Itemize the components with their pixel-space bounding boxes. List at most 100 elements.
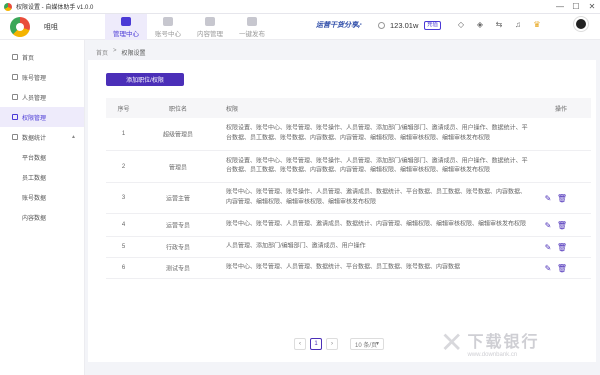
watermark-title: 下载银行 [467,333,540,351]
avatar[interactable] [574,17,588,31]
promo-link[interactable]: 运营干货分享 [316,20,358,30]
sidebar-item-label: 人员管理 [22,95,47,102]
sidebar-item-people-management[interactable]: 人员管理 [0,87,84,107]
sidebar-subitem-staff-data[interactable]: 员工数据 [0,167,84,187]
row-no: 2 [121,163,126,170]
bell-icon[interactable]: ♫ [512,18,524,30]
upload-icon [247,16,257,26]
trash-icon[interactable]: 🗑 [557,221,567,230]
row-permissions: 人员管理、添加部门/编辑部门、邀请成员、用户操作 [226,243,366,250]
swap-icon[interactable]: ⇆ [493,18,505,30]
table-row: 2 管理员 权限设置、账号中心、账号管理、账号操作、人员管理、添加部门/编辑部门… [106,151,591,183]
watermark-logo-icon: ✕ [440,327,464,358]
row-no: 4 [121,222,126,228]
trash-icon[interactable]: 🗑 [557,194,567,203]
person-icon [12,94,18,100]
diamond-icon[interactable]: ◇ [455,18,467,30]
app-icon [4,2,12,11]
chevron-up-icon: ▲ [71,134,76,140]
window-title: 权限设置 - 自媒体助手 v1.0.0 [16,5,94,11]
share-icon[interactable]: ◈ [474,18,486,30]
maximize-button[interactable]: ☐ [568,0,584,14]
watermark-text: 下载银行 www.downbank.cn [467,328,539,358]
balance-value: 123.01w [390,21,419,30]
sidebar-item-home[interactable]: 首页 [0,47,84,67]
title-bar: 权限设置 - 自媒体助手 v1.0.0 — ☐ ✕ [0,0,600,14]
watermark: ✕ 下载银行 www.downbank.cn [440,326,539,359]
nav-label: 账号中心 [155,30,181,38]
crown-icon[interactable]: ♛ [531,18,543,30]
account-icon [12,74,18,80]
pagination: ‹ 1 › 10 条/页 ▼ [294,338,384,350]
nav-one-click-publish[interactable]: 一键发布 [231,14,273,40]
chart-icon [12,134,18,140]
monitor-icon [121,16,131,26]
edit-icon[interactable]: ✎ [544,221,552,230]
top-nav: 管理中心 账号中心 内容管理 一键发布 [105,14,273,40]
nav-label: 管理中心 [113,30,139,38]
add-position-button[interactable]: 添加职位/权限 [106,73,184,86]
sidebar-item-permission-management[interactable]: 权限管理 [0,107,84,127]
row-no: 6 [121,265,126,271]
sidebar-subitem-account-data[interactable]: 账号数据 [0,187,84,207]
breadcrumb-current: 权限设置 [121,51,146,57]
sidebar-subitem-platform-data[interactable]: 平台数据 [0,147,84,167]
chevron-down-icon: ▼ [375,341,380,347]
prev-page-button[interactable]: ‹ [294,338,306,350]
row-name: 超级管理员 [162,132,193,139]
row-actions: ✎ 🗑 [544,243,567,252]
sidebar-item-data-statistics[interactable]: 数据统计 ▲ [0,127,84,147]
next-page-button[interactable]: › [326,338,338,350]
sidebar-subitem-content-data[interactable]: 内容数据 [0,207,84,227]
breadcrumb-home[interactable]: 首页 [96,48,108,57]
close-button[interactable]: ✕ [584,0,600,14]
nav-account-center[interactable]: 账号中心 [147,14,189,40]
table-row: 3 运营主管 账号中心、账号管理、账号操作、人员管理、邀请成员、数据统计、平台数… [106,183,591,214]
app-header: 咀咀 管理中心 账号中心 内容管理 一键发布 运营干货分享 ➶ 123.01w … [0,14,600,40]
recharge-button[interactable]: 充值 [424,21,442,30]
trash-icon[interactable]: 🗑 [557,243,567,252]
row-no: 3 [121,195,126,201]
nav-label: 内容管理 [197,30,223,38]
brand-logo-icon [10,16,30,37]
table-row: 1 超级管理员 权限设置、账号中心、账号管理、账号操作、人员管理、添加部门/编辑… [106,118,591,151]
edit-icon[interactable]: ✎ [544,243,552,252]
breadcrumb-separator: > [113,48,117,54]
breadcrumb: 首页 > 权限设置 [96,48,146,57]
row-name: 运营专员 [165,223,190,230]
row-name: 行政专员 [165,245,190,252]
lock-icon [12,114,18,120]
column-header-perm: 权限 [226,106,239,113]
document-icon [205,16,215,26]
row-permissions: 权限设置、账号中心、账号管理、账号操作、人员管理、添加部门/编辑部门、邀请成员、… [226,125,528,142]
column-header-name: 职位名 [168,106,187,113]
nav-label: 一键发布 [239,30,265,38]
table-row: 6 测试专员 账号中心、账号管理、人员管理、数据统计、平台数据、员工数据、账号数… [106,258,591,279]
coin-icon [378,22,385,29]
edit-icon[interactable]: ✎ [544,194,552,203]
page-size-select[interactable]: 10 条/页 ▼ [350,338,384,350]
minimize-button[interactable]: — [552,0,568,14]
row-actions: ✎ 🗑 [544,264,567,273]
permission-card: 添加职位/权限 序号 职位名 权限 操作 1 超级管理员 权限设置、账号中心、账… [88,60,596,362]
trash-icon[interactable]: 🗑 [557,264,567,273]
row-permissions: 权限设置、账号中心、账号管理、账号操作、人员管理、添加部门/编辑部门、邀请成员、… [226,158,528,174]
sidebar: 首页 账号管理 人员管理 权限管理 数据统计 ▲ 平台数据 员工数据 账号数据 … [0,40,85,375]
table-row: 4 运营专员 账号中心、账号管理、人员管理、邀请成员、数据统计、内容管理、编辑权… [106,214,591,237]
edit-icon[interactable]: ✎ [544,264,552,273]
row-name: 测试专员 [165,266,190,273]
page-button[interactable]: 1 [310,338,322,350]
row-name: 运营主管 [165,196,190,203]
row-no: 1 [121,131,126,137]
table-row: 5 行政专员 人员管理、添加部门/编辑部门、邀请成员、用户操作 ✎ 🗑 [106,237,591,258]
rocket-icon: ➶ [356,21,363,30]
nav-content-management[interactable]: 内容管理 [189,14,231,40]
row-permissions: 账号中心、账号管理、人员管理、邀请成员、数据统计、内容管理、编辑权限、编辑审核权… [226,221,527,228]
sidebar-item-label: 首页 [22,55,35,62]
table-header: 序号 职位名 权限 操作 [106,98,591,118]
row-no: 5 [121,244,126,250]
sidebar-item-account-management[interactable]: 账号管理 [0,67,84,87]
sidebar-item-label: 权限管理 [22,115,47,122]
page-size-value: 10 条/页 [355,342,378,349]
nav-management-center[interactable]: 管理中心 [105,14,147,40]
